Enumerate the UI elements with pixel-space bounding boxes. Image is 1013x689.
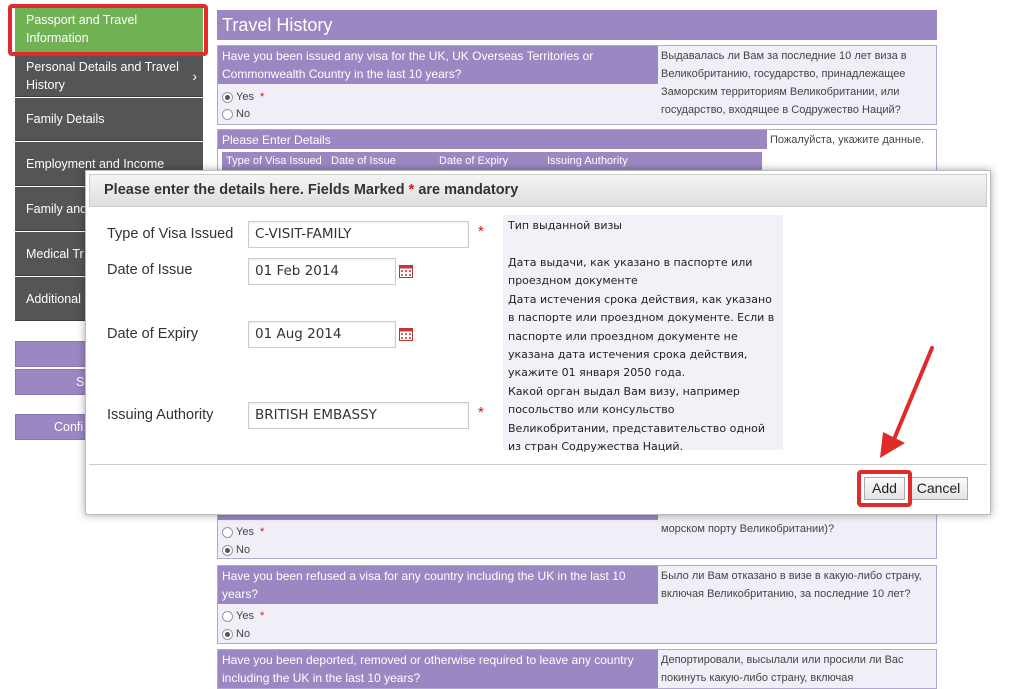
radio-yes[interactable]: Yes * [222,91,264,103]
radio-no[interactable]: No [222,108,250,120]
radio-yes[interactable]: Yes * [222,526,264,538]
cancel-button[interactable]: Cancel [909,477,968,500]
visa-type-label: Type of Visa Issued [107,226,234,242]
visa-type-input[interactable]: C-VISIT-FAMILY [248,221,469,248]
issue-date-input[interactable]: 01 Feb 2014 [248,258,396,285]
chevron-right-icon: › [192,67,197,84]
sidebar-item-family-details[interactable]: Family Details [15,98,203,141]
sidebar-item-personal-details[interactable]: Personal Details and Travel History › [15,55,203,97]
required-star: * [259,91,265,103]
radio-button[interactable] [222,610,233,622]
authority-label: Issuing Authority [107,407,214,423]
sidebar-item-label: Medical Tr [26,246,84,261]
column-header: Issuing Authority [547,155,628,167]
column-header: Date of Issue [331,155,396,167]
expiry-date-input[interactable]: 01 Aug 2014 [248,321,396,348]
radio-label: No [236,628,251,640]
sidebar-button-label: Confi [54,420,84,434]
column-header: Type of Visa Issued [226,155,322,167]
page-title: Travel History [217,10,937,40]
calendar-icon[interactable] [399,265,413,278]
highlight-box-add [857,470,912,507]
question-visa-refused: Have you been refused a visa for any cou… [217,565,937,644]
required-star: * [259,526,265,538]
question-text: Have you been deported, removed or other… [218,650,658,688]
required-star: * [408,182,415,198]
annotation-arrow [880,346,934,458]
question-text-ru: Депортировали, высылали или просили ли В… [661,654,904,684]
radio-label: Yes [236,610,254,622]
authority-input[interactable]: BRITISH EMBASSY [248,402,469,429]
question-text-ru: Было ли Вам отказано в визе в какую-либо… [661,570,922,600]
issue-date-label: Date of Issue [107,262,193,278]
radio-button[interactable] [222,628,233,640]
dialog-title: Please enter the details here. Fields Ma… [89,174,987,207]
required-star: * [259,610,265,622]
question-text: Have you been issued any visa for the UK… [218,46,658,84]
help-authority: Какой орган выдал Вам визу, например пос… [508,384,766,454]
details-header: Please Enter Details [218,130,767,149]
sidebar-button-label: S [76,375,85,389]
radio-label: Yes [236,526,254,538]
radio-button[interactable] [222,91,233,103]
dialog-divider [89,464,987,465]
radio-button[interactable] [222,544,233,556]
radio-no[interactable]: No [222,544,250,556]
radio-label: Yes [236,91,254,103]
help-expiry-date: Дата истечения срока действия, как указа… [508,292,775,380]
sidebar-item-label: Additional [26,291,81,306]
field-help-panel: Тип выданной визы Дата выдачи, как указа… [503,215,783,453]
highlight-box-passport [8,4,208,56]
dialog-title-text: Please enter the details here. Fields Ma… [104,182,405,198]
calendar-icon[interactable] [399,328,413,341]
question-text-ru: Выдавалась ли Вам за последние 10 лет ви… [661,50,907,116]
help-issue-date: Дата выдачи, как указано в паспорте или … [508,256,753,288]
sidebar-item-label: Family Details [26,112,105,126]
question-text-ru: морском порту Великобритании)? [661,523,835,535]
details-section: Please Enter Details Пожалуйста, укажите… [217,129,937,174]
details-dialog: Please enter the details here. Fields Ma… [85,170,991,515]
radio-button[interactable] [222,526,233,538]
radio-button[interactable] [222,108,233,120]
dialog-title-text: are mandatory [418,182,519,198]
question-deported: Have you been deported, removed or other… [217,649,937,689]
column-header: Date of Expiry [439,155,509,167]
radio-label: No [236,108,251,120]
radio-label: No [236,544,251,556]
radio-no[interactable]: No [222,628,250,640]
radio-yes[interactable]: Yes * [222,610,264,622]
required-star: * [478,404,484,421]
question-visa-issued: Have you been issued any visa for the UK… [217,45,937,125]
details-header-ru: Пожалуйста, укажите данные. [770,134,925,146]
question-text: Have you been refused a visa for any cou… [218,566,658,604]
required-star: * [478,223,484,240]
help-visa-type: Тип выданной визы [508,219,622,232]
expiry-date-label: Date of Expiry [107,326,199,342]
sidebar-item-label: Personal Details and Travel History [26,59,179,92]
details-table-header: Type of Visa Issued Date of Issue Date o… [222,152,762,170]
